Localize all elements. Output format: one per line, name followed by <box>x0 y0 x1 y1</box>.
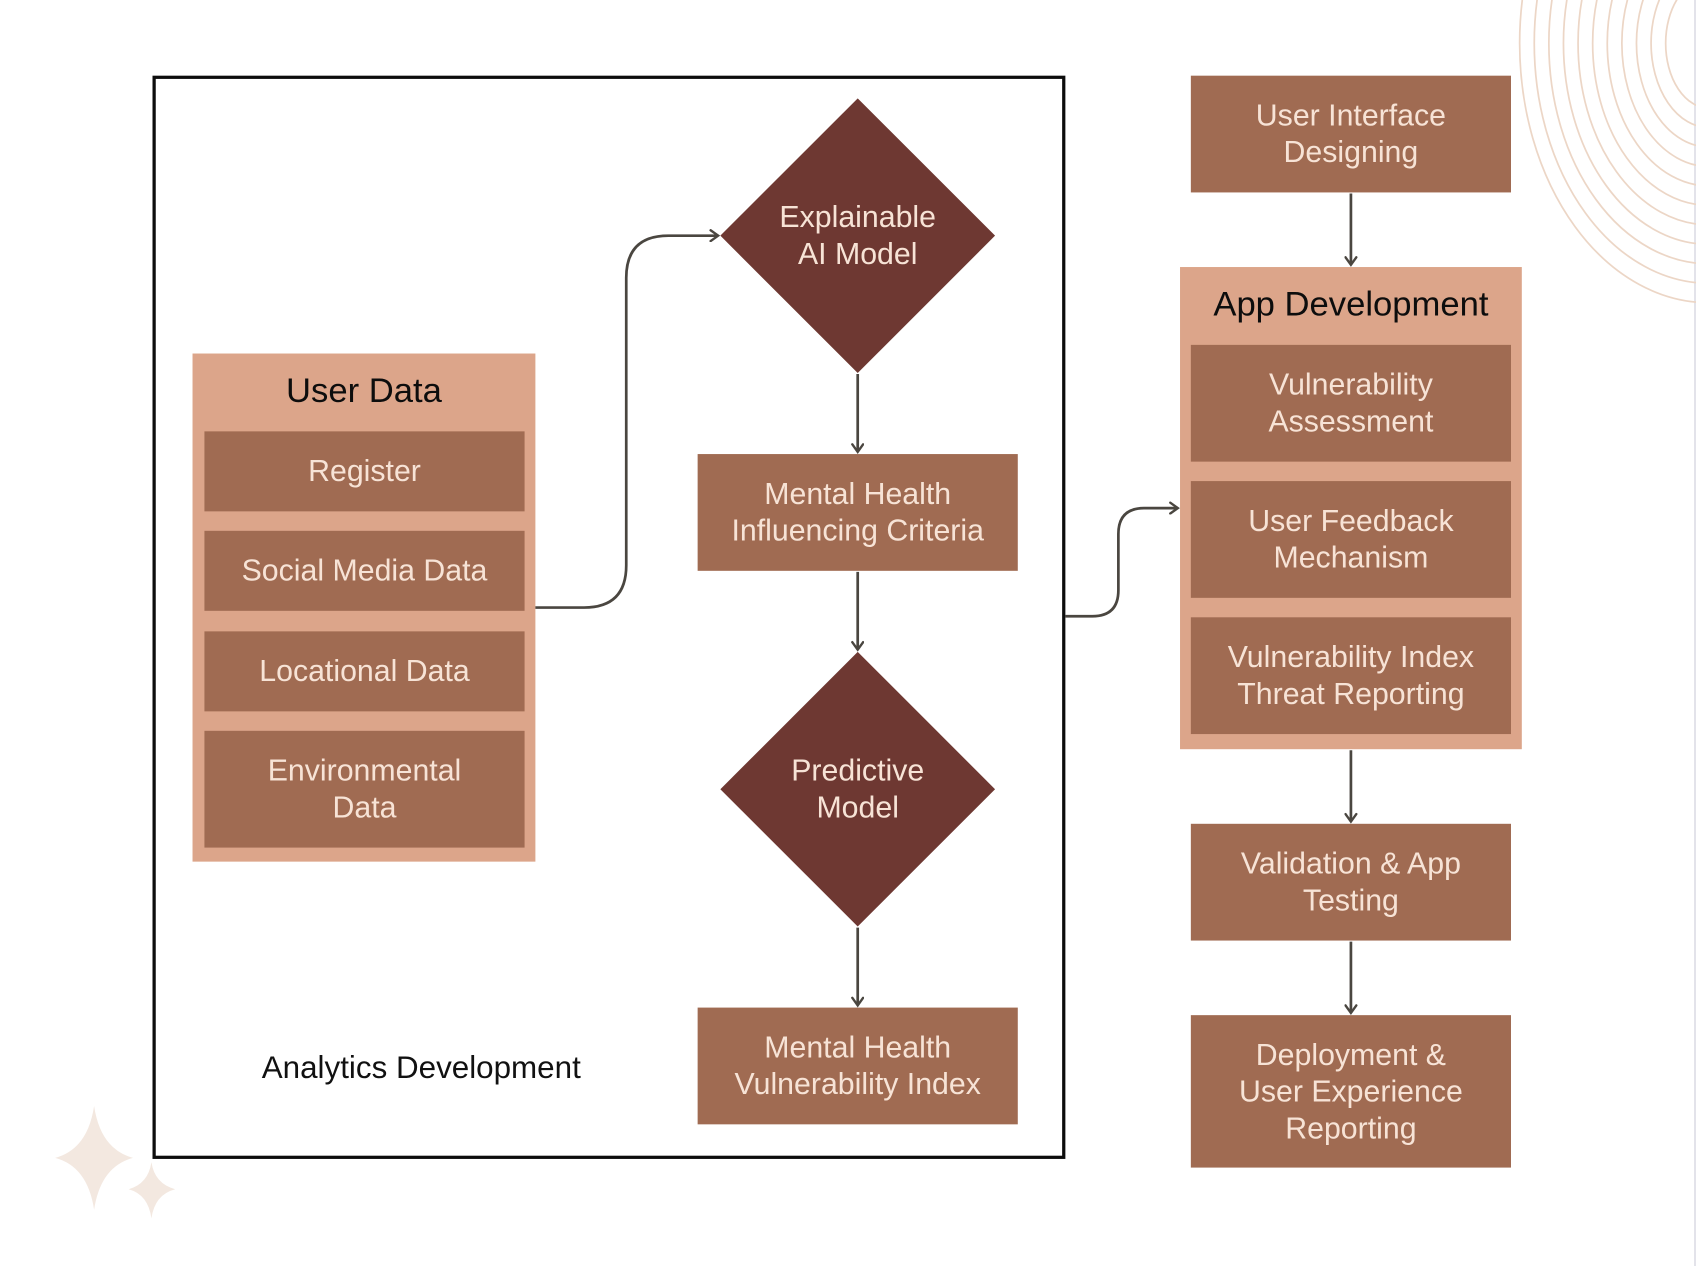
app-item-vulnerability-assessment[interactable]: Vulnerability Assessment <box>1190 344 1511 462</box>
sparkle-small-icon <box>128 1162 176 1219</box>
sparkle-large-icon <box>55 1105 134 1210</box>
mental-health-vulnerability-index-box[interactable]: Mental Health Vulnerability Index <box>697 1007 1018 1125</box>
app-item-user-feedback[interactable]: User Feedback Mechanism <box>1190 481 1511 598</box>
decor-arc <box>1562 0 1696 245</box>
decor-arc <box>1650 0 1696 127</box>
predictive-model-diamond[interactable]: Predictive Model <box>720 651 996 927</box>
connector-frame-to-app-development <box>1065 508 1177 618</box>
decor-arc <box>1621 0 1696 166</box>
decor-arc <box>1635 0 1696 147</box>
decor-arc <box>1577 0 1696 225</box>
decor-arc <box>1518 0 1696 303</box>
explainable-ai-model-label: Explainable AI Model <box>779 200 937 271</box>
mental-health-influencing-criteria-box[interactable]: Mental Health Influencing Criteria <box>697 454 1018 571</box>
diagram-canvas: Analytics Development User Data Register… <box>0 0 1696 1266</box>
explainable-ai-model-diamond[interactable]: Explainable AI Model <box>720 98 996 373</box>
user-data-title: User Data <box>286 370 442 410</box>
deployment-ux-reporting-box[interactable]: Deployment & User Experience Reporting <box>1190 1015 1511 1168</box>
decor-arc <box>1548 0 1696 264</box>
user-interface-designing-box[interactable]: User Interface Designing <box>1190 75 1511 193</box>
predictive-model-label: Predictive Model <box>791 753 925 824</box>
app-development-title: App Development <box>1213 284 1489 324</box>
analytics-development-label: Analytics Development <box>261 1050 581 1086</box>
decor-arc <box>1664 0 1696 107</box>
validation-app-testing-box[interactable]: Validation & App Testing <box>1190 823 1511 941</box>
decor-arc <box>1606 0 1696 186</box>
user-data-item-social-media[interactable]: Social Media Data <box>204 530 525 611</box>
user-data-item-locational[interactable]: Locational Data <box>204 631 525 712</box>
app-item-threat-reporting[interactable]: Vulnerability Index Threat Reporting <box>1190 617 1511 735</box>
decor-arc <box>1591 0 1696 206</box>
user-data-item-register[interactable]: Register <box>204 431 525 512</box>
decor-arc <box>1533 0 1696 284</box>
user-data-item-environmental[interactable]: Environmental Data <box>204 730 525 848</box>
